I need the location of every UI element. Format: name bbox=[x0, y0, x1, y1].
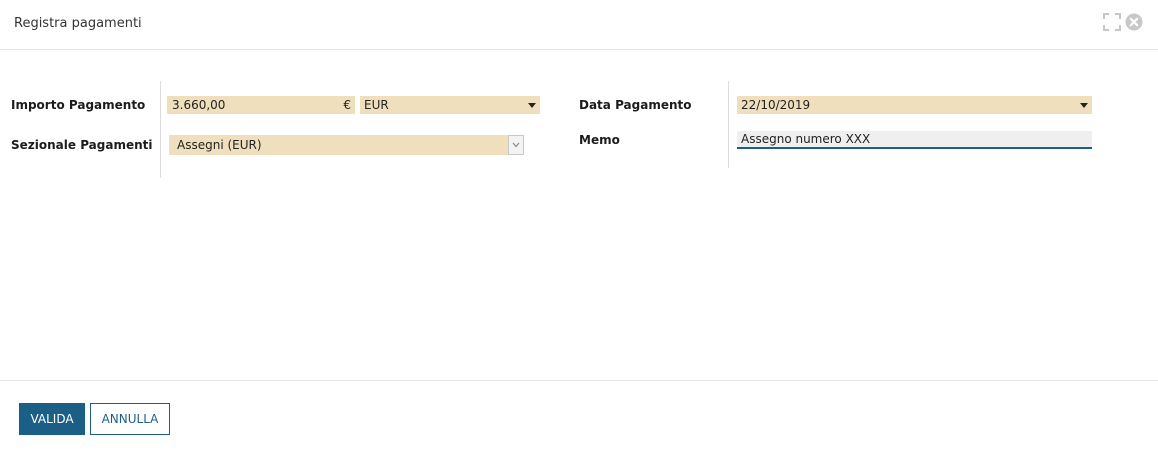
currency-symbol: € bbox=[343, 98, 351, 112]
memo-input[interactable] bbox=[741, 131, 1081, 147]
amount-value: 3.660,00 bbox=[172, 98, 226, 112]
payment-date-label: Data Pagamento bbox=[579, 98, 692, 112]
amount-field[interactable]: 3.660,00 € bbox=[167, 96, 355, 114]
cancel-button[interactable]: ANNULLA bbox=[90, 403, 170, 435]
journal-select[interactable]: Assegni (EUR) bbox=[169, 135, 524, 155]
journal-label: Sezionale Pagamenti bbox=[11, 138, 153, 152]
register-payment-dialog: Registra pagamenti Importo Pagamento Sez… bbox=[0, 0, 1158, 456]
journal-value: Assegni (EUR) bbox=[177, 138, 262, 152]
chevron-down-icon bbox=[512, 142, 520, 148]
payment-date-field[interactable]: 22/10/2019 bbox=[737, 96, 1092, 114]
close-icon[interactable] bbox=[1125, 13, 1143, 31]
validate-button[interactable]: VALIDA bbox=[19, 403, 85, 435]
memo-field[interactable] bbox=[737, 131, 1092, 149]
column-divider-left bbox=[160, 81, 161, 178]
amount-label: Importo Pagamento bbox=[11, 98, 146, 112]
expand-icon[interactable] bbox=[1103, 13, 1121, 31]
dialog-title: Registra pagamenti bbox=[14, 16, 142, 31]
caret-down-icon bbox=[1080, 103, 1088, 108]
payment-date-value: 22/10/2019 bbox=[741, 98, 811, 112]
journal-dropdown-button[interactable] bbox=[508, 135, 524, 155]
column-divider-right bbox=[728, 81, 729, 168]
caret-down-icon bbox=[528, 103, 536, 108]
currency-select[interactable]: EUR bbox=[360, 96, 540, 114]
dialog-header: Registra pagamenti bbox=[0, 0, 1158, 50]
currency-value: EUR bbox=[364, 98, 389, 112]
memo-label: Memo bbox=[579, 133, 620, 147]
footer-divider bbox=[0, 380, 1158, 381]
